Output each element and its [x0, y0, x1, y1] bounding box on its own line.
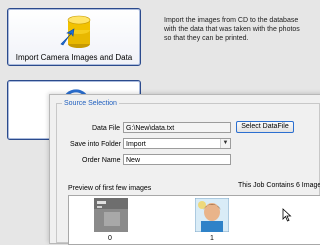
database-import-icon	[60, 15, 91, 48]
order-name-label: Order Name	[82, 157, 121, 164]
preview-label: Preview of first few images	[68, 185, 152, 192]
data-file-field[interactable]: G:\New\data.txt	[123, 122, 231, 133]
thumbnail-caption-0: 0	[108, 235, 112, 242]
order-name-value: New	[126, 157, 141, 164]
save-folder-dropdown[interactable]: Import ▼	[123, 138, 231, 149]
group-title: Source Selection	[62, 99, 119, 108]
image-preview-panel: 0 1	[68, 195, 320, 245]
mouse-cursor-icon	[282, 208, 292, 222]
order-name-input[interactable]: New	[123, 154, 231, 165]
job-image-count: This Job Contains 6 Images	[238, 182, 320, 189]
thumbnail-image-1[interactable]	[195, 198, 229, 232]
source-selection-dialog: Source Selection Data File G:\New\data.t…	[49, 94, 320, 245]
save-folder-value: Import	[126, 141, 146, 148]
save-folder-label: Save into Folder	[70, 141, 121, 148]
thumbnail-image-0[interactable]	[94, 198, 128, 232]
chevron-down-icon[interactable]: ▼	[220, 139, 230, 148]
select-datafile-button[interactable]: Select DataFile	[236, 121, 294, 133]
import-camera-images-button[interactable]: Import Camera Images and Data	[7, 8, 141, 66]
data-file-value: G:\New\data.txt	[126, 125, 175, 132]
import-button-label: Import Camera Images and Data	[15, 53, 133, 62]
thumbnail-caption-1: 1	[210, 235, 214, 242]
import-description: Import the images from CD to the databas…	[164, 17, 300, 42]
data-file-label: Data File	[92, 125, 121, 132]
